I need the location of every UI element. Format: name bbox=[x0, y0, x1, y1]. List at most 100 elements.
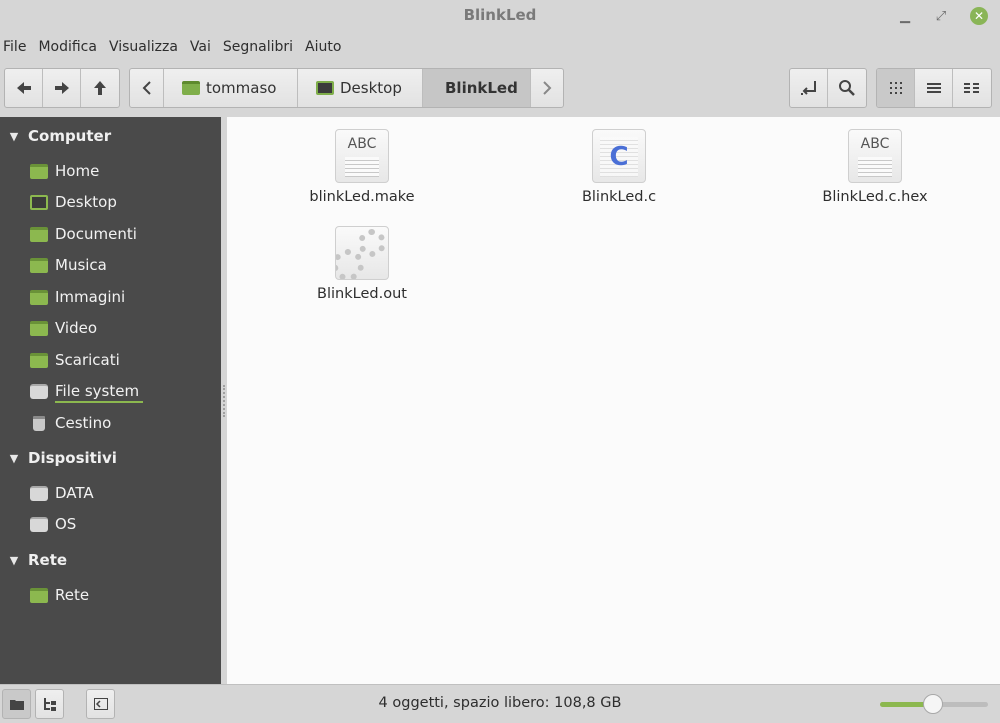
sidebar-item-label: Cestino bbox=[55, 414, 112, 432]
file-item[interactable]: ABC BlinkLed.c.hex bbox=[805, 129, 945, 205]
menu-modifica[interactable]: Modifica bbox=[38, 39, 103, 55]
expand-arrow-icon: ▼ bbox=[9, 451, 19, 465]
sidebar-section-rete[interactable]: ▼ Rete bbox=[0, 547, 67, 573]
breadcrumb-forward-button[interactable] bbox=[531, 69, 563, 107]
tree-icon bbox=[43, 698, 56, 711]
minimize-button[interactable]: ▁ bbox=[894, 5, 916, 27]
toolbar: tommaso Desktop BlinkLed bbox=[0, 62, 1000, 114]
section-title: Dispositivi bbox=[28, 449, 117, 467]
documents-folder-icon bbox=[30, 226, 48, 242]
compact-list-icon bbox=[964, 83, 979, 93]
sidebar-section-dispositivi[interactable]: ▼ Dispositivi bbox=[0, 445, 117, 471]
drive-icon bbox=[30, 516, 48, 532]
desktop-folder-icon bbox=[30, 194, 48, 210]
zoom-slider-handle[interactable] bbox=[923, 694, 943, 714]
pane-resize-handle[interactable] bbox=[223, 385, 225, 417]
chevron-right-icon bbox=[543, 81, 552, 95]
sidebar-item-cestino[interactable]: Cestino bbox=[30, 410, 111, 436]
breadcrumb-tommaso[interactable]: tommaso bbox=[164, 69, 298, 107]
sidebar-item-immagini[interactable]: Immagini bbox=[30, 284, 125, 310]
location-toggle-button[interactable] bbox=[790, 69, 828, 107]
list-icon bbox=[926, 83, 941, 93]
sidebar-item-scaricati[interactable]: Scaricati bbox=[30, 347, 120, 373]
pictures-folder-icon bbox=[30, 289, 48, 305]
sidebar-item-label: OS bbox=[55, 515, 77, 533]
minimize-icon: ▁ bbox=[900, 8, 910, 24]
text-file-icon: ABC bbox=[848, 129, 902, 183]
file-item[interactable]: BlinkLed.out bbox=[292, 226, 432, 302]
sidebar-item-desktop[interactable]: Desktop bbox=[30, 189, 117, 215]
menu-vai[interactable]: Vai bbox=[190, 39, 217, 55]
status-text: 4 oggetti, spazio libero: 108,8 GB bbox=[378, 695, 622, 711]
sidebar-section-computer[interactable]: ▼ Computer bbox=[0, 123, 111, 149]
sidebar-item-data[interactable]: DATA bbox=[30, 480, 94, 506]
sidebar-item-musica[interactable]: Musica bbox=[30, 252, 107, 278]
icon-label: C bbox=[609, 142, 629, 172]
grid-icon bbox=[889, 82, 902, 94]
title-bar: BlinkLed ▁ ⤢ ✕ bbox=[0, 0, 1000, 32]
menu-segnalibri[interactable]: Segnalibri bbox=[223, 39, 299, 55]
sidebar-item-label: Rete bbox=[55, 586, 90, 604]
list-view-button[interactable] bbox=[915, 69, 953, 107]
file-item[interactable]: C BlinkLed.c bbox=[549, 129, 689, 205]
breadcrumb-back-button[interactable] bbox=[130, 69, 164, 107]
action-buttons bbox=[789, 68, 867, 108]
c-source-file-icon: C bbox=[592, 129, 646, 183]
sidebar-item-home[interactable]: Home bbox=[30, 158, 99, 184]
sidebar-item-label: Documenti bbox=[55, 225, 137, 243]
toggle-sidebar-button[interactable] bbox=[86, 689, 115, 719]
search-icon bbox=[839, 80, 855, 96]
sidebar: ▼ Computer Home Desktop Documenti Musica… bbox=[0, 117, 221, 684]
section-title: Rete bbox=[28, 551, 68, 569]
breadcrumb-blinkled[interactable]: BlinkLed bbox=[423, 69, 531, 107]
expand-arrow-icon: ▼ bbox=[9, 129, 19, 143]
window-title: BlinkLed bbox=[463, 6, 537, 24]
close-button[interactable]: ✕ bbox=[968, 5, 990, 27]
breadcrumb-label: BlinkLed bbox=[445, 79, 518, 97]
file-name: blinkLed.make bbox=[309, 189, 415, 205]
home-folder-icon bbox=[30, 163, 48, 179]
trash-icon bbox=[33, 415, 45, 431]
sidebar-item-label: DATA bbox=[55, 484, 94, 502]
icon-view-button[interactable] bbox=[877, 69, 915, 107]
close-icon: ✕ bbox=[970, 7, 988, 25]
sidebar-item-video[interactable]: Video bbox=[30, 315, 97, 341]
breadcrumb-label: Desktop bbox=[340, 79, 402, 97]
compact-view-button[interactable] bbox=[953, 69, 991, 107]
show-places-button[interactable] bbox=[2, 689, 31, 719]
maximize-button[interactable]: ⤢ bbox=[930, 5, 952, 27]
breadcrumb-desktop[interactable]: Desktop bbox=[298, 69, 423, 107]
search-button[interactable] bbox=[828, 69, 866, 107]
sidebar-icon bbox=[93, 698, 108, 710]
menu-aiuto[interactable]: Aiuto bbox=[305, 39, 347, 55]
show-treeview-button[interactable] bbox=[35, 689, 64, 719]
breadcrumb-label: tommaso bbox=[206, 79, 277, 97]
sidebar-item-documenti[interactable]: Documenti bbox=[30, 221, 137, 247]
folder-icon bbox=[9, 700, 24, 710]
arrow-right-icon bbox=[54, 82, 69, 94]
text-file-icon: ABC bbox=[335, 129, 389, 183]
breadcrumb: tommaso Desktop BlinkLed bbox=[129, 68, 564, 108]
desktop-folder-icon bbox=[316, 81, 334, 95]
arrow-up-icon bbox=[94, 81, 106, 95]
up-button[interactable] bbox=[81, 69, 119, 107]
sidebar-item-label: Video bbox=[55, 319, 98, 337]
file-item[interactable]: ABC blinkLed.make bbox=[292, 129, 432, 205]
sidebar-item-os[interactable]: OS bbox=[30, 511, 76, 537]
menu-bar: File Modifica Visualizza Vai Segnalibri … bbox=[0, 32, 1000, 62]
file-name: BlinkLed.out bbox=[317, 286, 407, 302]
sidebar-item-label: Musica bbox=[55, 256, 107, 274]
icon-label: ABC bbox=[860, 136, 890, 152]
arrow-left-icon bbox=[16, 82, 31, 94]
menu-file[interactable]: File bbox=[3, 39, 32, 55]
chevron-left-icon bbox=[142, 81, 151, 95]
file-name: BlinkLed.c.hex bbox=[822, 189, 928, 205]
executable-gear-icon bbox=[335, 226, 389, 280]
back-button[interactable] bbox=[5, 69, 43, 107]
icon-label: ABC bbox=[347, 136, 377, 152]
forward-button[interactable] bbox=[43, 69, 81, 107]
disk-usage-bar bbox=[55, 401, 143, 403]
sidebar-item-rete[interactable]: Rete bbox=[30, 582, 89, 608]
menu-visualizza[interactable]: Visualizza bbox=[109, 39, 184, 55]
section-title: Computer bbox=[28, 127, 112, 145]
